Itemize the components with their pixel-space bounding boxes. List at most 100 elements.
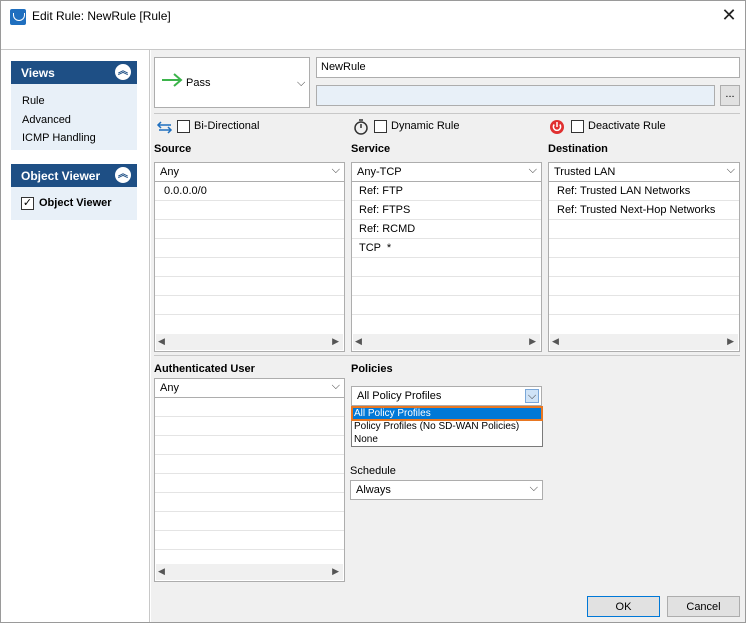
rule-description-input[interactable] — [316, 85, 715, 106]
bidirectional-checkbox[interactable] — [177, 120, 190, 133]
middle-separator — [154, 355, 740, 356]
policies-option-no-sdwan[interactable]: Policy Profiles (No SD-WAN Policies) — [352, 420, 542, 433]
list-item-empty — [155, 398, 344, 417]
deactivate-rule-checkbox[interactable] — [571, 120, 584, 133]
collapse-icon[interactable]: ︽ — [115, 64, 131, 80]
list-item[interactable]: Ref: Trusted Next-Hop Networks — [549, 201, 739, 220]
action-selector[interactable]: Pass ⌵ — [154, 57, 310, 108]
destination-selected: Trusted LAN — [554, 166, 616, 178]
list-item-empty — [549, 258, 739, 277]
scroll-right-icon[interactable]: ▶ — [332, 336, 339, 347]
policies-option-none[interactable]: None — [352, 433, 542, 446]
views-header[interactable]: Views ︽ — [11, 61, 137, 84]
list-item[interactable]: Ref: RCMD — [352, 220, 541, 239]
scroll-right-icon[interactable]: ▶ — [529, 336, 536, 347]
destination-title: Destination — [548, 143, 608, 155]
more-button[interactable]: ... — [720, 85, 740, 106]
list-item-empty — [155, 277, 344, 296]
list-item-empty — [549, 296, 739, 315]
title-bar: Edit Rule: NewRule [Rule] ✕ — [1, 1, 745, 33]
dynamic-rule-checkbox[interactable] — [374, 120, 387, 133]
chevron-down-icon: ⌵ — [331, 380, 340, 392]
left-panel: Views ︽ Rule Advanced ICMP Handling Obje… — [2, 50, 150, 622]
close-icon[interactable]: ✕ — [721, 6, 737, 24]
source-combo[interactable]: Any ⌵ — [154, 162, 345, 182]
object-viewer-header[interactable]: Object Viewer ︽ — [11, 164, 137, 187]
cancel-button[interactable]: Cancel — [667, 596, 740, 617]
scroll-left-icon[interactable]: ◀ — [158, 336, 165, 347]
chevron-down-icon[interactable]: ⌵ — [525, 389, 539, 403]
dynamic-rule-label: Dynamic Rule — [391, 120, 460, 132]
scroll-left-icon[interactable]: ◀ — [158, 566, 165, 577]
chevron-down-icon: ⌵ — [331, 164, 340, 176]
options-separator — [154, 113, 740, 114]
destination-combo[interactable]: Trusted LAN ⌵ — [548, 162, 740, 182]
list-item-empty — [155, 455, 344, 474]
horizontal-scrollbar[interactable]: ◀ ▶ — [353, 334, 540, 350]
list-item-empty — [549, 239, 739, 258]
source-list[interactable]: 0.0.0.0/0 ◀ ▶ — [154, 181, 345, 352]
scroll-right-icon[interactable]: ▶ — [332, 566, 339, 577]
service-combo[interactable]: Any-TCP ⌵ — [351, 162, 542, 182]
action-label: Pass — [186, 77, 211, 89]
horizontal-scrollbar[interactable]: ◀ ▶ — [156, 334, 343, 350]
view-item-rule[interactable]: Rule — [22, 95, 45, 107]
object-viewer-body: ✓ Object Viewer — [11, 187, 137, 220]
object-viewer-checkbox[interactable]: ✓ — [21, 197, 34, 210]
policies-option-all[interactable]: All Policy Profiles — [351, 406, 543, 421]
edit-rule-dialog: Edit Rule: NewRule [Rule] ✕ Views ︽ Rule… — [0, 0, 746, 623]
power-icon — [550, 120, 564, 134]
list-item-empty — [155, 258, 344, 277]
schedule-selected: Always — [356, 484, 391, 496]
chevron-down-icon: ⌵ — [528, 164, 537, 176]
scroll-left-icon[interactable]: ◀ — [355, 336, 362, 347]
chevron-down-icon: ⌵ — [297, 77, 306, 89]
authenticated-user-combo[interactable]: Any ⌵ — [154, 378, 345, 398]
service-title: Service — [351, 143, 391, 155]
collapse-icon[interactable]: ︽ — [115, 167, 131, 183]
list-item[interactable]: Ref: Trusted LAN Networks — [549, 182, 739, 201]
object-viewer-header-label: Object Viewer — [21, 169, 101, 183]
bidirectional-arrows-icon — [156, 121, 173, 134]
ok-button[interactable]: OK — [587, 596, 660, 617]
window-title: Edit Rule: NewRule [Rule] — [32, 9, 171, 23]
list-item[interactable]: 0.0.0.0/0 — [155, 182, 344, 201]
service-selected: Any-TCP — [357, 166, 402, 178]
list-item-empty — [155, 512, 344, 531]
source-selected: Any — [160, 166, 179, 178]
scroll-left-icon[interactable]: ◀ — [552, 336, 559, 347]
app-icon — [10, 9, 26, 25]
scroll-right-icon[interactable]: ▶ — [727, 336, 734, 347]
schedule-combo[interactable]: Always ⌵ — [350, 480, 543, 500]
list-item[interactable]: Ref: FTPS — [352, 201, 541, 220]
authenticated-user-selected: Any — [160, 382, 179, 394]
policies-selected: All Policy Profiles — [357, 390, 442, 402]
list-item-empty — [155, 296, 344, 315]
views-header-label: Views — [21, 66, 55, 80]
list-item-empty — [155, 474, 344, 493]
view-item-advanced[interactable]: Advanced — [22, 114, 71, 126]
policies-title: Policies — [351, 363, 393, 375]
authenticated-user-list[interactable]: ◀ ▶ — [154, 397, 345, 582]
chevron-down-icon: ⌵ — [529, 482, 538, 494]
list-item-empty — [155, 531, 344, 550]
policies-dropdown: All Policy Profiles Policy Profiles (No … — [351, 406, 543, 447]
views-list: Rule Advanced ICMP Handling — [11, 84, 137, 150]
object-viewer-checkbox-label: Object Viewer — [39, 197, 112, 209]
list-item-empty — [155, 239, 344, 258]
view-item-icmp-handling[interactable]: ICMP Handling — [22, 132, 96, 144]
horizontal-scrollbar[interactable]: ◀ ▶ — [550, 334, 738, 350]
service-list[interactable]: Ref: FTP Ref: FTPS Ref: RCMD TCP * ◀ ▶ — [351, 181, 542, 352]
list-item[interactable]: Ref: FTP — [352, 182, 541, 201]
authenticated-user-title: Authenticated User — [154, 363, 255, 375]
rule-editor: Pass ⌵ NewRule ... Bi-Directional Dynami… — [151, 50, 745, 622]
list-item-empty — [155, 436, 344, 455]
destination-list[interactable]: Ref: Trusted LAN Networks Ref: Trusted N… — [548, 181, 740, 352]
list-item-empty — [549, 277, 739, 296]
list-item[interactable]: TCP * — [352, 239, 541, 258]
rule-name-input[interactable]: NewRule — [316, 57, 740, 78]
horizontal-scrollbar[interactable]: ◀ ▶ — [156, 564, 343, 580]
schedule-title: Schedule — [350, 465, 396, 477]
chevron-down-icon: ⌵ — [726, 164, 735, 176]
policies-combo[interactable]: All Policy Profiles ⌵ — [351, 386, 542, 406]
